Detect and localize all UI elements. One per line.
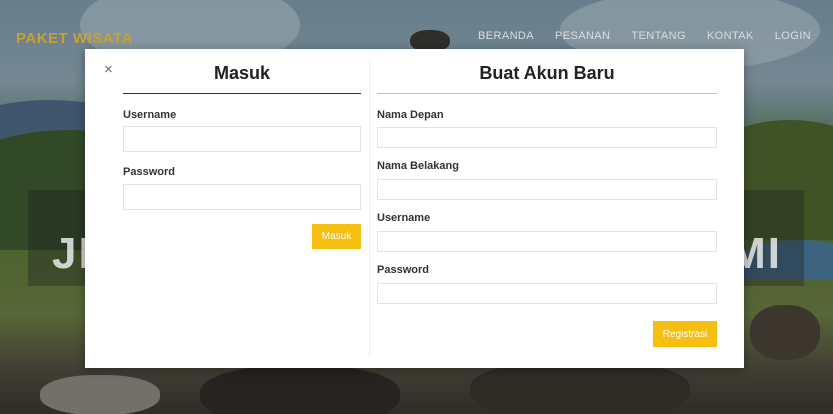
- nav-link-kontak[interactable]: KONTAK: [707, 30, 754, 42]
- register-title-underline: [377, 93, 717, 94]
- nav-link-tentang[interactable]: TENTANG: [631, 30, 686, 42]
- nav-link-pesanan[interactable]: PESANAN: [555, 30, 610, 42]
- panel-divider: [369, 61, 370, 357]
- brand-logo-text[interactable]: PAKET WISATA: [16, 30, 133, 47]
- nav-link-login[interactable]: LOGIN: [775, 30, 811, 42]
- login-username-label: Username: [123, 109, 177, 121]
- last-name-label: Nama Belakang: [377, 160, 459, 172]
- nav-link-beranda[interactable]: BERANDA: [478, 30, 534, 42]
- login-password-input[interactable]: [123, 184, 361, 210]
- first-name-label: Nama Depan: [377, 109, 444, 121]
- register-username-label: Username: [377, 212, 431, 224]
- register-password-label: Password: [377, 264, 429, 276]
- auth-modal: × Masuk Username Password Masuk Buat Aku…: [85, 49, 744, 368]
- login-title-underline: [123, 93, 361, 94]
- register-panel: Buat Akun Baru Nama Depan Nama Belakang …: [377, 49, 717, 347]
- register-password-input[interactable]: [377, 283, 717, 304]
- register-username-input[interactable]: [377, 231, 717, 252]
- first-name-input[interactable]: [377, 127, 717, 148]
- login-panel: Masuk Username Password Masuk: [123, 49, 361, 249]
- login-title: Masuk: [213, 63, 271, 83]
- register-title: Buat Akun Baru: [479, 63, 615, 83]
- login-password-label: Password: [123, 166, 175, 178]
- nav-links: BERANDA PESANAN TENTANG KONTAK LOGIN: [478, 30, 811, 42]
- last-name-input[interactable]: [377, 179, 717, 200]
- close-icon[interactable]: ×: [104, 62, 113, 78]
- login-username-input[interactable]: [123, 126, 361, 152]
- register-submit-button[interactable]: Registrasi: [653, 321, 717, 347]
- login-submit-button[interactable]: Masuk: [312, 224, 361, 249]
